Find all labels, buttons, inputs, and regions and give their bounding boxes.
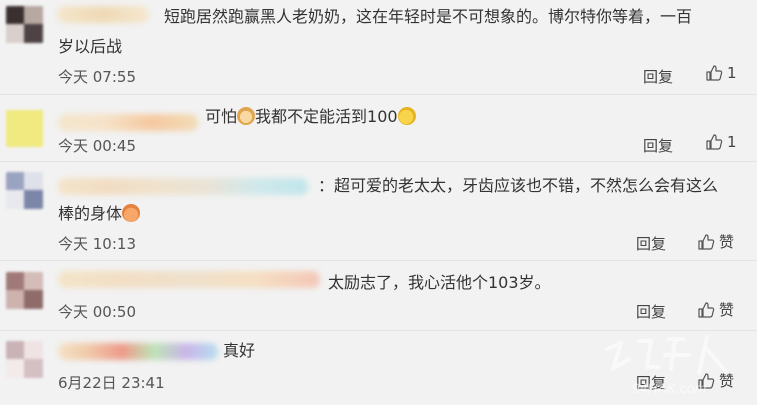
like-label: 赞 xyxy=(719,301,735,319)
avatar[interactable] xyxy=(6,272,43,309)
comment-prefix: ： xyxy=(318,176,335,195)
reply-button[interactable]: 回复 xyxy=(643,66,673,87)
comment-text-line: 超可爱的老太太，牙齿应该也不错，不然怎么会有这么 xyxy=(334,176,719,195)
comment-timestamp: 今天 00:45 xyxy=(58,137,136,155)
like-button[interactable]: 1 xyxy=(705,133,737,151)
username-blurred[interactable] xyxy=(58,178,308,195)
username-blurred[interactable] xyxy=(58,271,320,288)
comment-prefix: 可怕 xyxy=(205,107,238,126)
watermark-logo: 94HAK.com xyxy=(605,335,729,396)
thumbs-up-icon xyxy=(697,233,715,251)
username-blurred[interactable] xyxy=(58,343,218,360)
folded-hands-emoji xyxy=(122,204,141,222)
thumbs-up-icon xyxy=(697,301,715,319)
reply-button[interactable]: 回复 xyxy=(636,233,666,254)
comment-text-line: 岁以后战 xyxy=(58,37,123,56)
comment-text-line: 太励志了，我心活他个103岁。 xyxy=(328,273,551,292)
reply-button[interactable]: 回复 xyxy=(636,301,666,322)
like-label: 赞 xyxy=(719,233,735,251)
comment-text-line: 我都不定能活到100 xyxy=(255,107,398,126)
comment-text: 太励志了，我心活他个103岁。 xyxy=(328,269,551,297)
comment-item: 太励志了，我心活他个103岁。 今天 00:50 回复 赞 xyxy=(0,261,757,331)
like-button[interactable]: 赞 xyxy=(697,299,734,320)
comment-text: 真好 xyxy=(223,337,255,365)
thumbs-up-icon xyxy=(705,64,723,82)
avatar[interactable] xyxy=(6,6,43,43)
avatar[interactable] xyxy=(6,172,43,209)
avatar[interactable] xyxy=(6,341,43,378)
comment-text-line: 真好 xyxy=(223,341,256,360)
reply-button[interactable]: 回复 xyxy=(643,135,673,156)
comment-timestamp: 6月22日 23:41 xyxy=(58,374,165,392)
comment-text: 短跑居然跑赢黑人老奶奶，这在年轻时是不可想象的。博尔特你等着，一百 xyxy=(164,3,692,31)
comment-item: 短跑居然跑赢黑人老奶奶，这在年轻时是不可想象的。博尔特你等着，一百 岁以后战 今… xyxy=(0,0,757,95)
sweat-smile-emoji xyxy=(397,107,416,125)
comment-text-continued: 棒的身体 xyxy=(58,200,141,228)
like-button[interactable]: 1 xyxy=(705,64,737,82)
thumbs-up-icon xyxy=(705,133,723,151)
comment-text: ：超可爱的老太太，牙齿应该也不错，不然怎么会有这么 xyxy=(318,172,718,200)
avatar[interactable] xyxy=(6,110,43,147)
comment-timestamp: 今天 10:13 xyxy=(58,235,136,253)
comment-text-continued: 岁以后战 xyxy=(58,33,122,61)
comment-timestamp: 今天 07:55 xyxy=(58,68,136,86)
username-blurred[interactable] xyxy=(58,114,198,131)
like-button[interactable]: 赞 xyxy=(697,231,734,252)
comment-item: 可怕 我都不定能活到100 今天 00:45 回复 1 xyxy=(0,95,757,162)
comment-text: 可怕 我都不定能活到100 xyxy=(205,103,416,131)
username-blurred[interactable] xyxy=(57,6,149,23)
comment-timestamp: 今天 00:50 xyxy=(58,303,136,321)
comment-item: ：超可爱的老太太，牙齿应该也不错，不然怎么会有这么 棒的身体 今天 10:13 … xyxy=(0,162,757,261)
comment-text-line: 棒的身体 xyxy=(58,204,123,223)
comment-text-line: 短跑居然跑赢黑人老奶奶，这在年轻时是不可想象的。博尔特你等着，一百 xyxy=(164,7,693,26)
svg-text:94HAK.com: 94HAK.com xyxy=(632,380,707,396)
like-count: 1 xyxy=(727,64,737,82)
like-count: 1 xyxy=(727,133,737,151)
cat-face-emoji xyxy=(237,107,256,125)
